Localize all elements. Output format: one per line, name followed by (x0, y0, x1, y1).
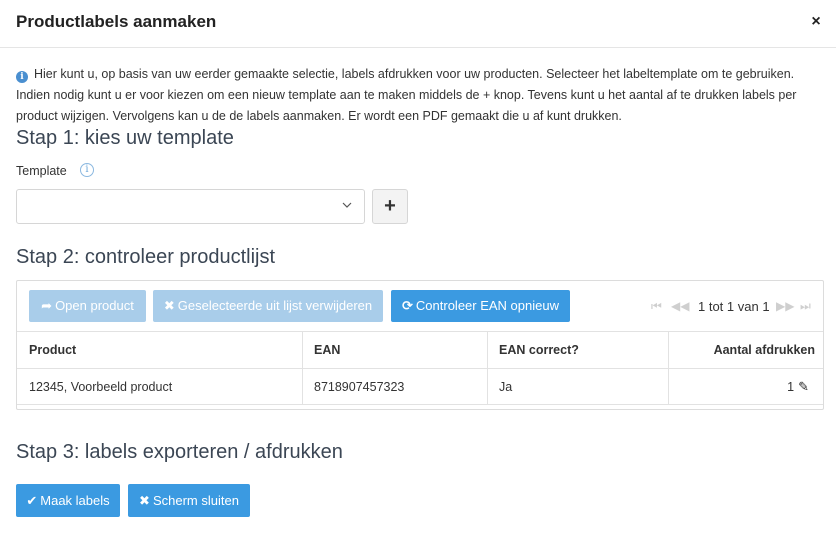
intro-text: Hier kunt u, op basis van uw eerder gema… (16, 67, 797, 123)
col-product-header[interactable]: Product (29, 332, 76, 368)
remove-selected-label: Geselecteerde uit lijst verwijderen (177, 298, 373, 313)
cell-ean-correct: Ja (499, 380, 513, 394)
template-help-icon[interactable]: i (80, 163, 94, 177)
close-screen-button[interactable]: ✖ Scherm sluiten (128, 484, 250, 517)
recheck-ean-button[interactable]: ⟳ Controleer EAN opnieuw (391, 290, 570, 322)
template-select[interactable] (16, 189, 365, 224)
open-product-button[interactable]: ➦ Open product (29, 290, 146, 322)
aantal-value: 1 (787, 380, 795, 394)
dialog-header: Productlabels aanmaken × (0, 0, 836, 48)
column-divider (302, 332, 303, 405)
dialog-title: Productlabels aanmaken (16, 12, 217, 31)
pencil-icon[interactable]: ✎ (798, 369, 809, 405)
cell-ean: 8718907457323 (314, 380, 405, 394)
cell-product: 12345, Voorbeeld product (29, 380, 173, 394)
product-list-panel: ➦ Open product ✖ Geselecteerde uit lijst v… (16, 280, 824, 410)
chevron-down-icon (342, 202, 352, 208)
step1-heading: Stap 1: kies uw template (16, 127, 234, 149)
col-ean-correct-header[interactable]: EAN correct? (499, 332, 579, 368)
pager-status: 1 tot 1 van 1 (698, 299, 770, 314)
next-page-icon[interactable]: ▶▶ (776, 281, 794, 332)
remove-selected-button[interactable]: ✖ Geselecteerde uit lijst verwijderen (153, 290, 383, 322)
pager: ⏮ ◀◀ 1 tot 1 van 1 ▶▶ ⏭ (647, 281, 819, 332)
col-ean-header[interactable]: EAN (314, 332, 340, 368)
info-icon: i (16, 71, 28, 83)
column-divider (668, 332, 669, 405)
product-toolbar: ➦ Open product ✖ Geselecteerde uit lijst v… (17, 281, 823, 332)
step3-heading: Stap 3: labels exporteren / afdrukken (16, 441, 343, 463)
add-template-button[interactable]: + (372, 189, 408, 224)
table-row[interactable]: 12345, Voorbeeld product 8718907457323 J… (17, 369, 823, 405)
first-page-icon[interactable]: ⏮ (651, 281, 662, 332)
column-divider (487, 332, 488, 405)
close-icon: ✖ (139, 493, 150, 508)
intro-text-block: i Hier kunt u, op basis van uw eerder gem… (16, 64, 816, 127)
template-label: Template (16, 164, 67, 178)
open-product-label: Open product (55, 298, 134, 313)
cell-aantal: 1 ✎ (787, 369, 809, 404)
last-page-icon[interactable]: ⏭ (800, 281, 811, 332)
recheck-ean-label: Controleer EAN opnieuw (415, 298, 559, 313)
table-header: Product EAN EAN correct? Aantal afdrukke… (17, 332, 823, 369)
prev-page-icon[interactable]: ◀◀ (671, 281, 689, 332)
make-labels-label: Maak labels (40, 493, 110, 508)
close-screen-label: Scherm sluiten (152, 493, 239, 508)
make-labels-button[interactable]: ✔ Maak labels (16, 484, 120, 517)
col-aantal-header[interactable]: Aantal afdrukken (714, 332, 815, 368)
share-icon: ➦ (41, 298, 53, 313)
close-icon[interactable]: × (808, 12, 824, 32)
check-icon: ✔ (26, 493, 38, 508)
refresh-icon: ⟳ (402, 298, 413, 313)
step2-heading: Stap 2: controleer productlijst (16, 246, 276, 268)
close-icon: ✖ (163, 298, 175, 313)
